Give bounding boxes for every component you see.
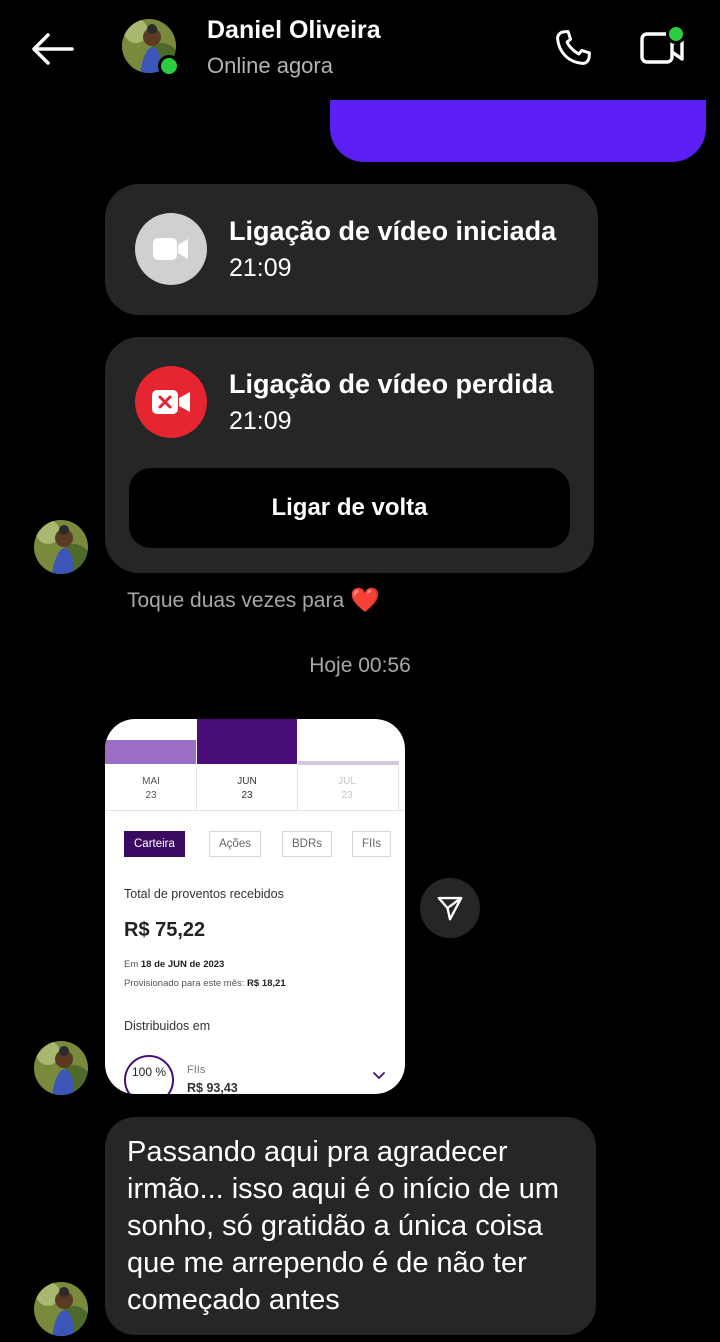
- back-arrow-icon: [32, 33, 74, 65]
- received-date: Em 18 de JUN de 2023: [124, 959, 225, 970]
- date-separator: Hoje 00:56: [309, 654, 411, 677]
- month-label: MAI 23: [142, 776, 160, 801]
- bar-jun: [197, 719, 297, 764]
- message-text: Passando aqui pra agradecer irmão... iss…: [127, 1136, 559, 1316]
- share-button[interactable]: [420, 878, 480, 938]
- call-title: Ligação de vídeo perdida: [229, 369, 554, 399]
- tab-carteira: Carteira: [124, 831, 185, 857]
- call-time: 21:09: [229, 407, 292, 435]
- tab-acoes: Ações: [209, 831, 261, 857]
- avatar[interactable]: [34, 520, 88, 574]
- video-call-missed-card[interactable]: Ligação de vídeo perdida 21:09 Ligar de …: [105, 337, 594, 573]
- video-call-started-card[interactable]: Ligação de vídeo iniciada 21:09: [105, 184, 598, 315]
- chevron-down-icon: [373, 1072, 385, 1080]
- received-message-bubble[interactable]: Passando aqui pra agradecer irmão... iss…: [105, 1117, 596, 1335]
- contact-status: Online agora: [207, 53, 333, 78]
- bar-jul: [298, 761, 399, 765]
- total-label: Total de proventos recebidos: [124, 887, 284, 901]
- active-call-badge: [666, 24, 686, 44]
- voice-call-button[interactable]: [545, 22, 601, 74]
- bar-may: [105, 740, 196, 764]
- contact-name[interactable]: Daniel Oliveira: [207, 16, 381, 45]
- provisioned-line: Provisionado para este mês: R$ 18,21: [124, 978, 286, 989]
- sent-message-bubble[interactable]: [330, 100, 706, 162]
- video-call-button[interactable]: [632, 22, 692, 74]
- paper-plane-icon: [437, 896, 463, 921]
- dividend-bars: [105, 719, 405, 767]
- chat-header: Daniel Oliveira Online agora: [0, 0, 720, 100]
- contact-avatar[interactable]: [122, 19, 180, 77]
- heart-icon: ❤️: [350, 587, 381, 614]
- video-camera-icon: [153, 238, 188, 260]
- missed-video-icon: [152, 390, 190, 414]
- total-amount: R$ 75,22: [124, 919, 206, 941]
- phone-icon: [556, 30, 591, 65]
- tab-fiis: FIIs: [352, 831, 392, 857]
- online-indicator: [158, 55, 180, 77]
- hint-text: Toque duas vezes para: [127, 588, 345, 612]
- call-icon-circle: [135, 366, 207, 438]
- double-tap-hint: Toque duas vezes para ❤️: [127, 586, 380, 615]
- avatar[interactable]: [34, 1282, 88, 1336]
- call-icon-circle: [135, 213, 207, 285]
- call-title: Ligação de vídeo iniciada: [229, 216, 557, 246]
- call-time: 21:09: [229, 254, 292, 282]
- distributed-label: Distribuidos em: [124, 1019, 211, 1033]
- percent-ring: 100 %: [124, 1055, 174, 1094]
- back-button[interactable]: [26, 26, 78, 72]
- month-label: JUL 23: [338, 776, 356, 801]
- tab-bdrs: BDRs: [282, 831, 333, 857]
- avatar[interactable]: [34, 1041, 88, 1095]
- month-label: JUN 23: [237, 776, 257, 801]
- fund-value: R$ 93,43: [187, 1081, 238, 1094]
- shared-image[interactable]: MAI 23 JUN 23 JUL 23 Carteira Ações BDRs…: [105, 719, 405, 1094]
- call-back-button[interactable]: Ligar de volta: [129, 468, 570, 548]
- fund-type: FIIs: [187, 1064, 206, 1076]
- month-axis: MAI 23 JUN 23 JUL 23: [105, 767, 405, 811]
